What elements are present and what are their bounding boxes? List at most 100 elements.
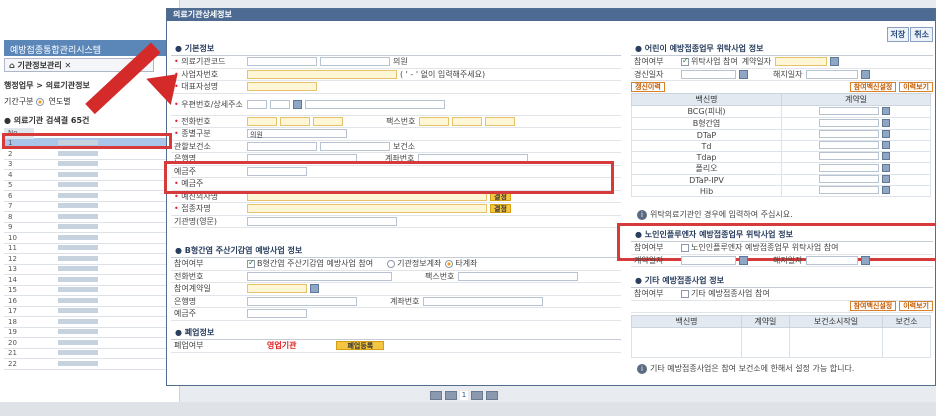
history-view-button[interactable]: 이력보기 [899, 81, 933, 92]
filter-radio[interactable] [36, 97, 44, 106]
hepb-join-checkbox[interactable] [247, 258, 255, 268]
vaccine-date-input[interactable] [819, 106, 879, 115]
child-end-input[interactable] [806, 69, 859, 79]
calendar-icon[interactable] [882, 152, 890, 160]
vaccine-date-input[interactable] [819, 118, 879, 127]
other-vaccine-setting-button[interactable]: 참여백신설정 [849, 301, 897, 312]
table-row[interactable]: 10 [4, 232, 174, 244]
elder-join-checkbox[interactable] [681, 243, 689, 252]
code-input-2[interactable] [320, 57, 390, 67]
bizno-input[interactable] [247, 69, 397, 79]
table-row[interactable]: 13 [4, 264, 174, 275]
calendar-icon[interactable] [861, 255, 871, 265]
breadcrumb: 행정업무 > 의료기관정보 [4, 81, 90, 90]
calendar-icon[interactable] [882, 118, 890, 127]
cancel-button[interactable]: 취소 [910, 27, 933, 42]
table-row[interactable]: 6 [4, 190, 174, 202]
eng-name-input[interactable] [247, 216, 397, 226]
table-row[interactable]: 18 [4, 316, 174, 328]
table-row[interactable]: 4 [4, 169, 174, 181]
calendar-icon[interactable] [310, 284, 319, 294]
child-join-checkbox[interactable] [681, 56, 689, 66]
table-row[interactable]: 2 [4, 148, 174, 160]
calendar-icon[interactable] [882, 186, 890, 194]
table-row[interactable]: 8 [4, 211, 174, 223]
table-row[interactable]: 14 [4, 274, 174, 286]
table-row[interactable]: 21 [4, 348, 174, 359]
history-button[interactable]: 갱신이력 [631, 81, 665, 92]
table-row[interactable]: 5 [4, 180, 174, 191]
vaccine-date-input[interactable] [819, 152, 879, 160]
calendar-icon[interactable] [882, 141, 890, 149]
save-button[interactable]: 저장 [886, 27, 910, 42]
type-select[interactable]: 의원 [247, 129, 347, 139]
child-contract-input[interactable] [775, 57, 828, 67]
health-input-1[interactable] [247, 141, 317, 151]
tel-input-3[interactable] [313, 116, 343, 126]
page-number[interactable]: 1 [460, 391, 468, 400]
hepb-holder-input[interactable] [247, 309, 307, 319]
account-radio-1[interactable] [387, 259, 396, 268]
vaccine-date-input[interactable] [819, 175, 879, 183]
fax-input-2[interactable] [452, 116, 483, 126]
vaccine-date-input[interactable] [819, 163, 879, 172]
calendar-icon[interactable] [882, 106, 890, 115]
last-page-button[interactable] [486, 391, 498, 400]
vaccine-setting-button[interactable]: 참여백신설정 [849, 81, 897, 92]
table-row[interactable]: 19 [4, 327, 174, 338]
table-row[interactable]: 17 [4, 306, 174, 317]
address-input[interactable] [305, 99, 445, 109]
elder-end-input[interactable] [806, 255, 859, 265]
row-number: 13 [4, 264, 34, 275]
table-row[interactable]: 20 [4, 337, 174, 349]
table-row[interactable]: 22 [4, 358, 174, 370]
calendar-icon[interactable] [882, 130, 890, 138]
table-row[interactable]: 16 [4, 295, 174, 307]
table-row[interactable]: 11 [4, 243, 174, 254]
table-row[interactable]: 3 [4, 159, 174, 170]
nurse-confirm-button[interactable]: 결정 [490, 204, 511, 214]
vaccine-date-input[interactable] [819, 130, 879, 138]
rep-input[interactable] [247, 82, 317, 92]
vaccine-date-input[interactable] [819, 141, 879, 149]
other-history-view-button[interactable]: 이력보기 [899, 301, 933, 312]
first-page-button[interactable] [430, 391, 442, 400]
calendar-icon[interactable] [882, 175, 890, 183]
child-change-input[interactable] [681, 69, 736, 79]
tel-input-2[interactable] [280, 116, 310, 126]
tel-input-1[interactable] [247, 116, 277, 126]
prev-page-button[interactable] [445, 391, 457, 400]
hepb-bank-select[interactable] [247, 296, 357, 306]
closure-register-button[interactable]: 폐업등록 [336, 341, 385, 351]
account-radio-2[interactable] [445, 259, 454, 268]
vaccine-date-input[interactable] [819, 186, 879, 194]
table-row[interactable]: 15 [4, 285, 174, 296]
table-row[interactable]: 7 [4, 201, 174, 212]
code-input[interactable] [247, 57, 317, 67]
hepb-tel-input[interactable] [247, 271, 392, 281]
calendar-icon[interactable] [830, 57, 840, 67]
search-icon[interactable] [293, 99, 302, 109]
hepb-section-title: B형간염 주산기감염 예방사업 정보 [175, 245, 303, 256]
calendar-icon[interactable] [739, 255, 748, 265]
other-join-checkbox[interactable] [681, 289, 689, 298]
calendar-icon[interactable] [861, 69, 871, 79]
health-input-2[interactable] [320, 141, 390, 151]
nurse-input[interactable] [247, 204, 487, 214]
table-row: BCG(피내) [631, 105, 931, 118]
elder-contract-input[interactable] [681, 255, 736, 265]
zip-input-2[interactable] [270, 99, 290, 109]
vaccine-name: DTaP-IPV [631, 174, 782, 186]
calendar-icon[interactable] [882, 163, 890, 172]
calendar-icon[interactable] [739, 69, 748, 79]
hepb-account-input[interactable] [423, 296, 544, 306]
row-number: 3 [4, 159, 34, 170]
zip-input-1[interactable] [247, 99, 267, 109]
fax-input-1[interactable] [419, 116, 450, 126]
table-row[interactable]: 9 [4, 222, 174, 233]
hepb-fax-input[interactable] [458, 271, 579, 281]
next-page-button[interactable] [471, 391, 483, 400]
table-row[interactable]: 12 [4, 253, 174, 265]
hepb-date-input[interactable] [247, 284, 307, 294]
fax-input-3[interactable] [485, 116, 516, 126]
